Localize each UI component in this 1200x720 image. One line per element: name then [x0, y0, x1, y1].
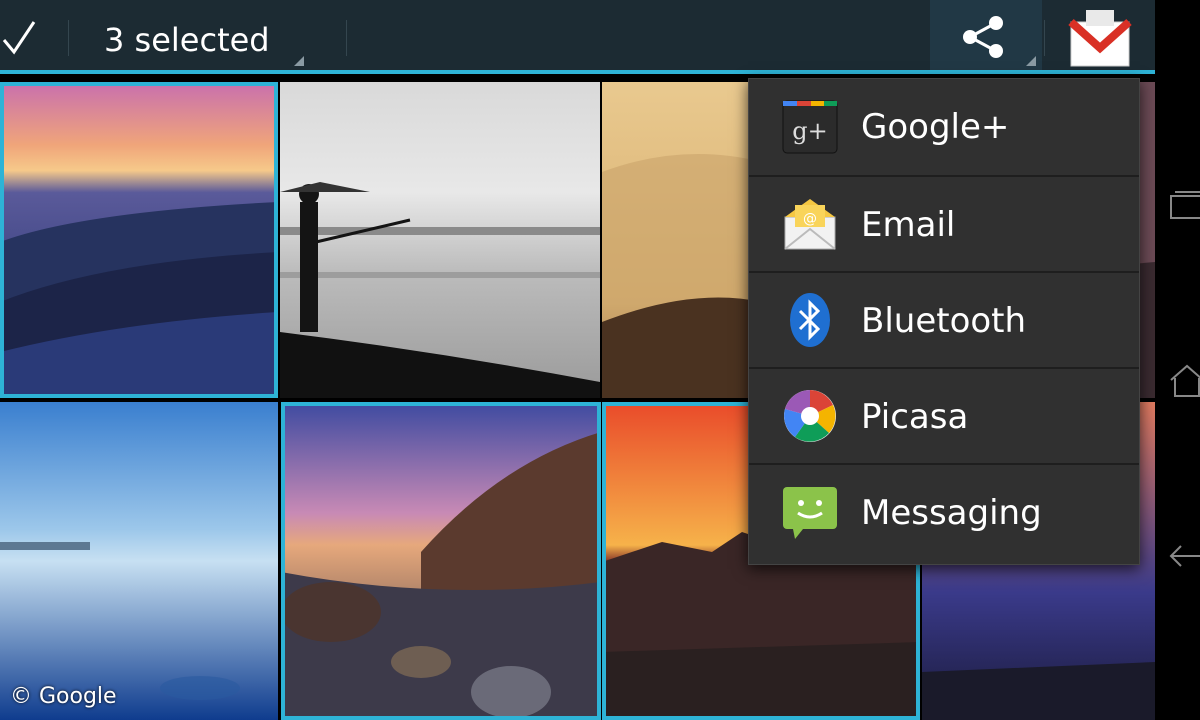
- share-button[interactable]: [930, 0, 1042, 74]
- photo-fisherman-bw[interactable]: [280, 82, 600, 398]
- share-menu: g+ Google+ @ Email Bluetooth Picasa Mess…: [748, 78, 1140, 565]
- selection-count-label: 3 selected: [104, 21, 270, 59]
- photo-rocky-cove[interactable]: [281, 402, 601, 720]
- home-icon[interactable]: [1167, 360, 1200, 400]
- back-icon[interactable]: [1167, 538, 1200, 578]
- action-bar: 3 selected: [0, 0, 1155, 74]
- gmail-share-button[interactable]: [1046, 0, 1155, 74]
- action-bar-divider: [1044, 20, 1045, 56]
- recent-apps-icon[interactable]: [1167, 188, 1200, 228]
- copyright-text: © Google: [10, 684, 117, 709]
- action-bar-divider: [68, 20, 69, 56]
- action-bar-divider: [346, 20, 347, 56]
- share-option-label: Messaging: [861, 493, 1042, 533]
- share-option-label: Bluetooth: [861, 301, 1027, 341]
- messaging-icon: [783, 487, 837, 539]
- share-option-picasa[interactable]: Picasa: [749, 367, 1139, 465]
- google-plus-icon: g+: [782, 100, 838, 154]
- share-option-messaging[interactable]: Messaging: [749, 463, 1139, 561]
- share-option-bluetooth[interactable]: Bluetooth: [749, 271, 1139, 369]
- svg-text:@: @: [803, 211, 817, 227]
- share-option-label: Email: [861, 205, 956, 245]
- photo-blue-lake[interactable]: [0, 402, 278, 720]
- dropdown-indicator-icon: [294, 56, 304, 66]
- svg-text:g+: g+: [792, 117, 827, 145]
- checkmark-icon: [2, 21, 36, 55]
- photo-rocky-sunset-shore[interactable]: [0, 82, 278, 398]
- share-option-label: Google+: [861, 107, 1010, 147]
- share-option-email[interactable]: @ Email: [749, 175, 1139, 273]
- dropdown-indicator-icon: [1026, 56, 1036, 66]
- selection-dropdown[interactable]: 3 selected: [72, 0, 312, 74]
- done-button[interactable]: [0, 0, 66, 74]
- bluetooth-icon: [790, 293, 830, 347]
- picasa-icon: [784, 390, 836, 442]
- email-icon: @: [784, 199, 836, 250]
- action-bar-accent-line: [0, 70, 1155, 74]
- gmail-icon: [1068, 10, 1132, 67]
- share-option-label: Picasa: [861, 397, 969, 437]
- share-option-google-plus[interactable]: g+ Google+: [749, 79, 1139, 175]
- system-nav-bar: [1155, 0, 1200, 720]
